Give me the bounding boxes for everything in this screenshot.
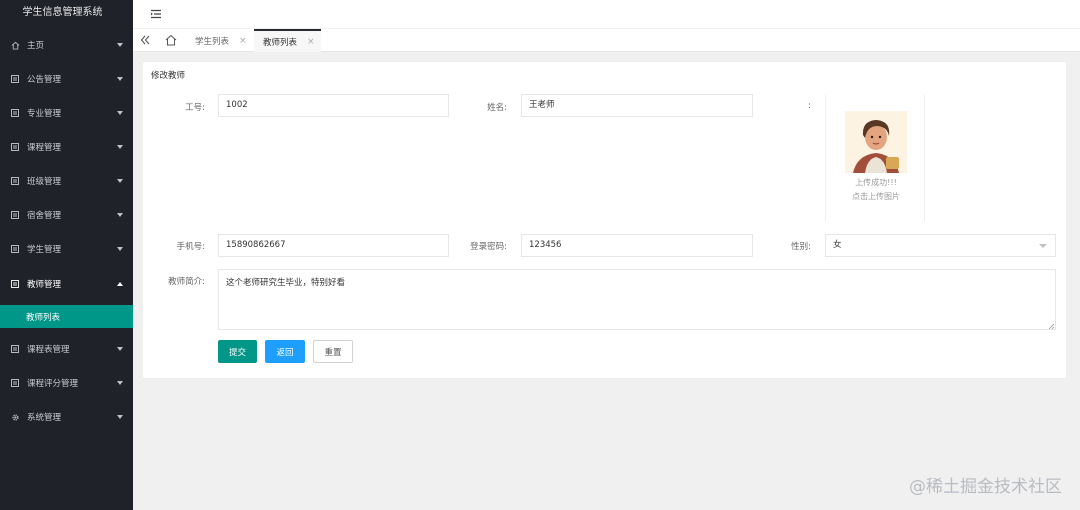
job-no-label: 工号: <box>185 103 205 113</box>
chevron-down-icon <box>117 415 123 419</box>
edit-teacher-card: 修改教师 工号: 1002 姓名: 王老师 : 上传成功!!! 点击上传图片 手… <box>143 62 1066 378</box>
chevron-down-icon <box>117 247 123 251</box>
chevron-up-icon <box>117 282 123 286</box>
gender-select[interactable]: 女 <box>825 234 1056 257</box>
sidebar-item-label: 课程表管理 <box>27 345 70 355</box>
sidebar-item-notice[interactable]: 公告管理 <box>0 69 133 89</box>
chevron-down-icon <box>117 145 123 149</box>
tab-label: 教师列表 <box>263 37 298 48</box>
gender-label: 性别: <box>791 242 811 252</box>
close-icon[interactable]: × <box>239 36 247 46</box>
tab-student-list[interactable]: 学生列表 × <box>187 29 248 52</box>
chevron-down-icon <box>1039 244 1047 248</box>
sidebar-item-label: 课程管理 <box>27 143 62 153</box>
top-header <box>133 0 1080 28</box>
doc-icon <box>10 379 20 387</box>
sidebar-item-label: 专业管理 <box>27 109 62 119</box>
double-chevron-left-icon[interactable] <box>139 34 151 46</box>
phone-input[interactable]: 15890862667 <box>218 234 449 257</box>
doc-icon <box>10 75 20 83</box>
sidebar-item-major[interactable]: 专业管理 <box>0 103 133 123</box>
chevron-down-icon <box>117 43 123 47</box>
job-no-input[interactable]: 1002 <box>218 94 449 117</box>
name-input[interactable]: 王老师 <box>521 94 753 117</box>
sidebar-item-label: 学生管理 <box>27 245 62 255</box>
back-button[interactable]: 返回 <box>265 340 305 363</box>
intro-textarea[interactable]: 这个老师研究生毕业，特别好看 <box>218 269 1056 330</box>
chevron-down-icon <box>117 347 123 351</box>
doc-icon <box>10 345 20 353</box>
sidebar-item-label: 公告管理 <box>27 75 62 85</box>
sidebar-item-dorm[interactable]: 宿舍管理 <box>0 205 133 225</box>
password-input[interactable]: 123456 <box>521 234 753 257</box>
chevron-down-icon <box>117 77 123 81</box>
sidebar-item-teacher[interactable]: 教师管理 <box>0 274 133 294</box>
gear-icon <box>10 413 20 422</box>
doc-icon <box>10 143 20 151</box>
reset-button[interactable]: 重置 <box>313 340 353 363</box>
intro-label: 教师简介: <box>168 277 205 287</box>
sidebar-item-home[interactable]: 主页 <box>0 35 133 55</box>
sidebar-item-course[interactable]: 课程管理 <box>0 137 133 157</box>
home-icon[interactable] <box>164 33 178 47</box>
upload-success-text: 上传成功!!! <box>855 178 897 187</box>
sidebar-item-label: 教师管理 <box>27 280 62 290</box>
sidebar-item-student[interactable]: 学生管理 <box>0 239 133 259</box>
sidebar-item-schedule[interactable]: 课程表管理 <box>0 339 133 359</box>
sidebar-item-label: 宿舍管理 <box>27 211 62 221</box>
chevron-down-icon <box>117 213 123 217</box>
home-icon <box>10 41 20 50</box>
doc-icon <box>10 280 20 288</box>
doc-icon <box>10 211 20 219</box>
teacher-avatar <box>845 111 907 173</box>
sidebar-item-label: 主页 <box>27 41 45 51</box>
sidebar-item-label: 课程评分管理 <box>27 379 79 389</box>
upload-hint-text: 点击上传图片 <box>852 192 900 201</box>
sidebar-item-label: 班级管理 <box>27 177 62 187</box>
resize-handle-icon[interactable] <box>1048 322 1055 330</box>
doc-icon <box>10 109 20 117</box>
sidebar-item-system[interactable]: 系统管理 <box>0 407 133 427</box>
sidebar-item-label: 系统管理 <box>27 413 62 423</box>
chevron-down-icon <box>117 179 123 183</box>
doc-icon <box>10 245 20 253</box>
card-title: 修改教师 <box>151 71 186 81</box>
sidebar-item-class[interactable]: 班级管理 <box>0 171 133 191</box>
sidebar: 学生信息管理系统 主页 公告管理 专业管理 课程管理 班级管理 宿舍管理 学生管… <box>0 0 133 510</box>
tab-teacher-list[interactable]: 教师列表 × <box>254 29 321 52</box>
tab-bar: 学生列表 × 教师列表 × <box>133 28 1080 52</box>
chevron-down-icon <box>117 111 123 115</box>
app-title: 学生信息管理系统 <box>22 7 103 18</box>
photo-label: : <box>808 101 811 111</box>
sidebar-item-grading[interactable]: 课程评分管理 <box>0 373 133 393</box>
password-label: 登录密码: <box>470 242 507 252</box>
menu-fold-icon[interactable] <box>150 8 162 20</box>
phone-label: 手机号: <box>176 242 205 252</box>
name-label: 姓名: <box>487 103 507 113</box>
tab-label: 学生列表 <box>195 36 230 47</box>
watermark: @稀土掘金技术社区 <box>909 477 1062 497</box>
sidebar-subitem-teacher-list[interactable]: 教师列表 <box>0 305 133 328</box>
chevron-down-icon <box>117 381 123 385</box>
gender-select-value: 女 <box>833 240 842 250</box>
intro-text: 这个老师研究生毕业，特别好看 <box>226 278 346 288</box>
doc-icon <box>10 177 20 185</box>
photo-upload[interactable]: 上传成功!!! 点击上传图片 <box>825 95 925 221</box>
submit-button[interactable]: 提交 <box>218 340 257 363</box>
close-icon[interactable]: × <box>307 37 315 47</box>
